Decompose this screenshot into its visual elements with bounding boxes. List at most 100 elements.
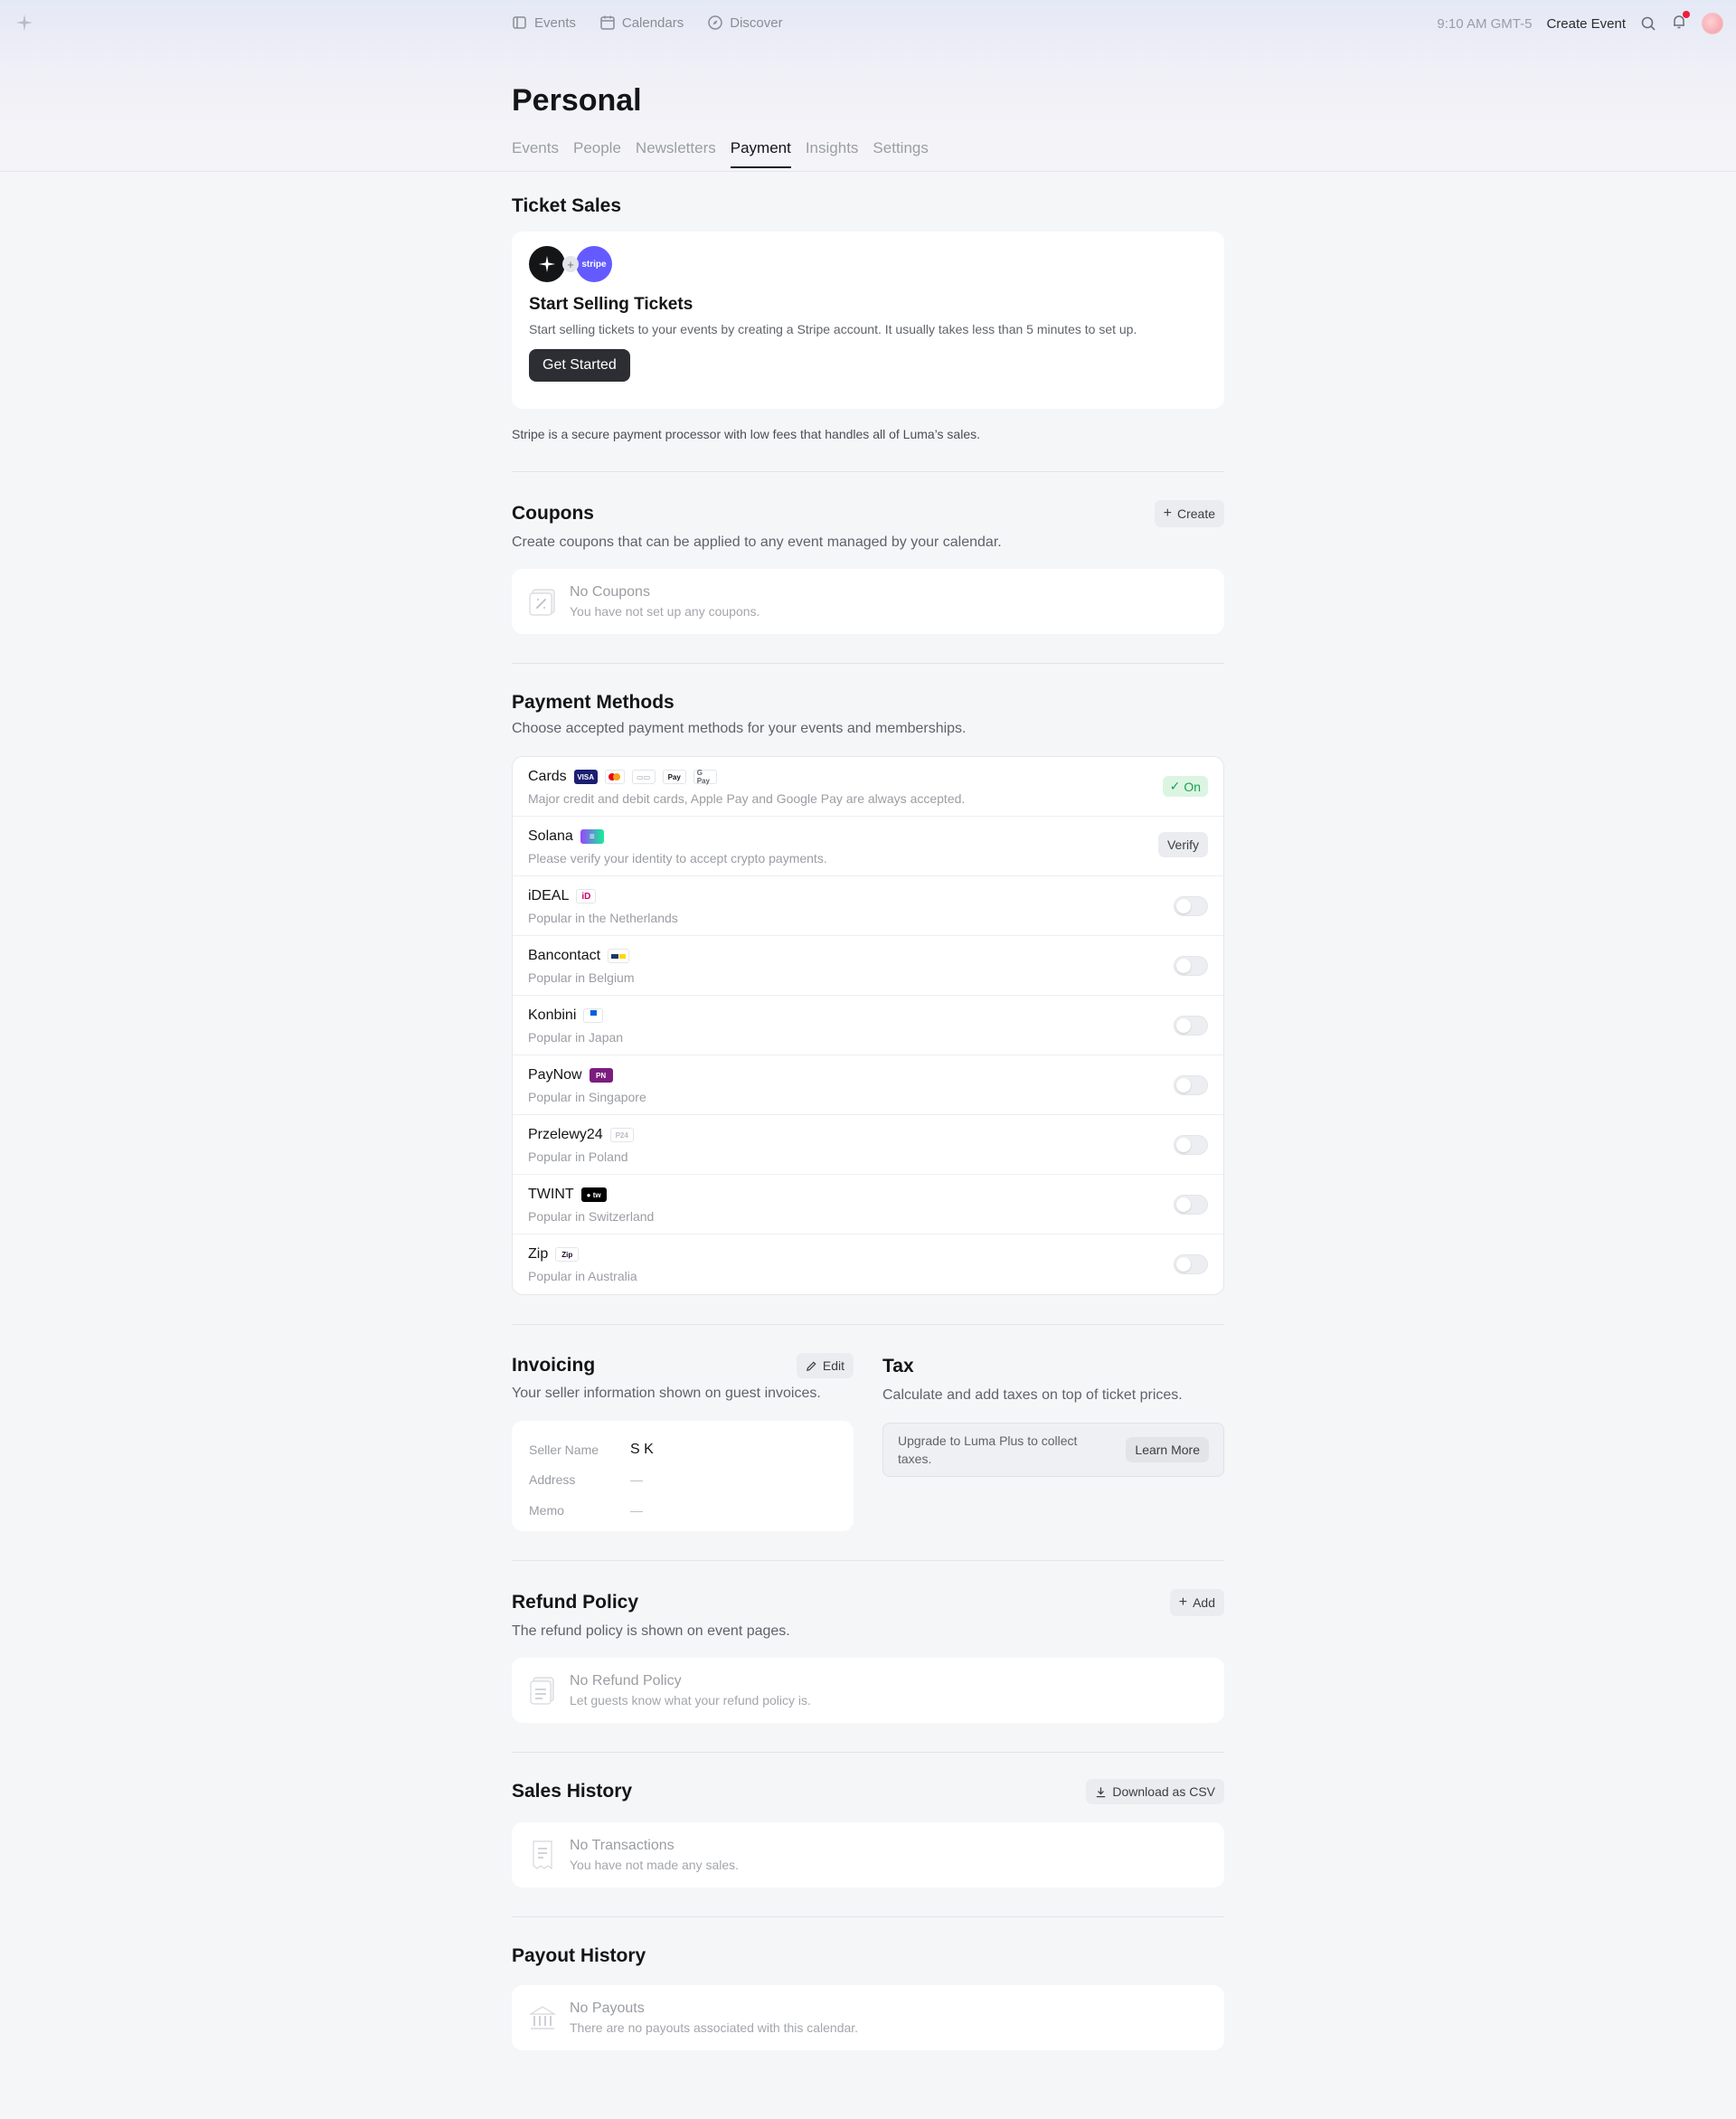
payout-history-empty-sub: There are no payouts associated with thi… xyxy=(570,2020,859,2035)
tab-payment[interactable]: Payment xyxy=(730,139,791,168)
konbini-name: Konbini xyxy=(528,1007,577,1023)
seller-name-row: Seller Name S K xyxy=(529,1435,836,1464)
twint-name: TWINT xyxy=(528,1187,574,1202)
invoicing-section: Invoicing Edit Your seller information s… xyxy=(512,1353,854,1531)
tax-upgrade-box: Upgrade to Luma Plus to collect taxes. L… xyxy=(882,1423,1224,1477)
ideal-desc: Popular in the Netherlands xyxy=(528,911,678,925)
download-csv-button[interactable]: Download as CSV xyxy=(1086,1779,1224,1804)
refund-policy-desc: The refund policy is shown on event page… xyxy=(512,1623,790,1639)
coupons-section: Coupons + Create Create coupons that can… xyxy=(512,472,1224,634)
payout-history-section: Payout History No Payouts There are no p… xyxy=(512,1917,1224,2050)
zip-name: Zip xyxy=(528,1246,549,1262)
address-value: — xyxy=(630,1472,643,1487)
search-icon[interactable] xyxy=(1640,15,1656,32)
tab-insights[interactable]: Insights xyxy=(806,139,859,168)
coupons-header: Coupons + Create xyxy=(512,500,1224,527)
invoicing-heading: Invoicing xyxy=(512,1355,596,1376)
ticket-sales-heading: Ticket Sales xyxy=(512,195,622,216)
ideal-name-row: iDEAL iD xyxy=(528,888,1208,904)
bancontact-desc: Popular in Belgium xyxy=(528,970,635,985)
seller-info-card: Seller Name S K Address — Memo — xyxy=(512,1421,854,1531)
nav-discover[interactable]: Discover xyxy=(707,14,783,31)
mastercard-icon xyxy=(604,770,625,784)
stripe-card-title: Start Selling Tickets xyxy=(529,295,693,314)
notification-dot xyxy=(1683,11,1690,18)
payment-method-cards: Cards VISA ▭▭ Pay G Pay Major credit and… xyxy=(513,757,1223,817)
payment-method-twint: TWINT ● tw Popular in Switzerland xyxy=(513,1175,1223,1235)
refund-policy-empty-sub: Let guests know what your refund policy … xyxy=(570,1693,811,1707)
plus-icon: + xyxy=(1178,1594,1188,1610)
memo-label: Memo xyxy=(529,1503,564,1518)
przelewy24-toggle[interactable] xyxy=(1174,1135,1208,1155)
bancontact-toggle[interactable] xyxy=(1174,956,1208,976)
tab-people[interactable]: People xyxy=(573,139,621,168)
nav-calendars[interactable]: Calendars xyxy=(599,14,684,31)
user-avatar[interactable] xyxy=(1702,13,1723,34)
ticket-sales-section: Ticket Sales + stripe Start Selling Tick… xyxy=(512,170,1224,441)
payment-method-konbini: Konbini ▀ Popular in Japan xyxy=(513,996,1223,1055)
tax-section: Tax Calculate and add taxes on top of ti… xyxy=(882,1353,1224,1531)
bancontact-name-row: Bancontact xyxy=(528,948,1208,964)
get-started-button[interactable]: Get Started xyxy=(529,349,630,382)
calendar-icon xyxy=(600,15,615,30)
sales-history-empty-title: No Transactions xyxy=(570,1838,675,1853)
bancontact-name: Bancontact xyxy=(528,948,601,963)
paynow-desc: Popular in Singapore xyxy=(528,1090,646,1104)
ideal-icon: iD xyxy=(576,889,597,903)
add-refund-policy-label: Add xyxy=(1193,1595,1215,1610)
paynow-name: PayNow xyxy=(528,1067,582,1083)
payment-method-zip: Zip Zip Popular in Australia xyxy=(513,1235,1223,1294)
ideal-toggle[interactable] xyxy=(1174,896,1208,916)
tab-settings[interactable]: Settings xyxy=(873,139,928,168)
payment-methods-list: Cards VISA ▭▭ Pay G Pay Major credit and… xyxy=(512,756,1224,1295)
coupons-heading: Coupons xyxy=(512,503,594,524)
current-time: 9:10 AM GMT-5 xyxy=(1437,15,1533,32)
stripe-footnote: Stripe is a secure payment processor wit… xyxy=(512,427,980,441)
refund-policy-empty-text: No Refund Policy Let guests know what yo… xyxy=(570,1673,811,1707)
learn-more-button[interactable]: Learn More xyxy=(1126,1437,1209,1462)
invoicing-desc: Your seller information shown on guest i… xyxy=(512,1386,821,1401)
luma-logo-icon[interactable] xyxy=(14,13,34,33)
tab-newsletters[interactable]: Newsletters xyxy=(636,139,716,168)
verify-button[interactable]: Verify xyxy=(1157,832,1208,857)
refund-policy-empty-title: No Refund Policy xyxy=(570,1673,682,1689)
zip-toggle[interactable] xyxy=(1174,1254,1208,1274)
payment-method-solana: Solana ≡ Please verify your identity to … xyxy=(513,817,1223,876)
cards-name-row: Cards VISA ▭▭ Pay G Pay xyxy=(528,769,1208,785)
sales-history-header: Sales History Download as CSV xyxy=(512,1779,1224,1804)
payment-content: Ticket Sales + stripe Start Selling Tick… xyxy=(512,170,1224,2050)
zip-desc: Popular in Australia xyxy=(528,1269,637,1283)
edit-invoicing-button[interactable]: Edit xyxy=(796,1353,854,1378)
seller-name-label: Seller Name xyxy=(529,1443,599,1457)
paynow-toggle[interactable] xyxy=(1174,1075,1208,1095)
payment-methods-heading: Payment Methods xyxy=(512,692,675,713)
receipt-icon xyxy=(533,1840,552,1870)
konbini-desc: Popular in Japan xyxy=(528,1030,624,1045)
stripe-card: + stripe Start Selling Tickets Start sel… xyxy=(512,232,1224,409)
tax-desc: Calculate and add taxes on top of ticket… xyxy=(882,1387,1183,1403)
create-event-link[interactable]: Create Event xyxy=(1546,16,1626,32)
payout-history-empty-text: No Payouts There are no payouts associat… xyxy=(570,2001,858,2035)
refund-policy-heading: Refund Policy xyxy=(512,1592,639,1613)
przelewy24-name-row: Przelewy24 P24 xyxy=(528,1127,1208,1143)
nav-events[interactable]: Events xyxy=(512,14,576,31)
sales-history-empty-state: No Transactions You have not made any sa… xyxy=(512,1822,1224,1887)
twint-icon: ● tw xyxy=(580,1187,607,1202)
notifications-button[interactable] xyxy=(1671,11,1690,33)
top-navigation-bar: Events Calendars Discover 9:10 AM GMT-5 … xyxy=(0,0,1736,47)
cards-status-text: On xyxy=(1184,779,1201,794)
check-icon: ✓ xyxy=(1169,779,1181,793)
add-refund-policy-button[interactable]: + Add xyxy=(1169,1589,1224,1616)
tax-heading: Tax xyxy=(882,1356,914,1376)
invoicing-header: Invoicing Edit xyxy=(512,1353,854,1378)
payout-history-empty-title: No Payouts xyxy=(570,2001,645,2016)
cards-name: Cards xyxy=(528,769,567,784)
tab-events[interactable]: Events xyxy=(512,139,559,168)
twint-toggle[interactable] xyxy=(1174,1195,1208,1215)
nav-events-label: Events xyxy=(534,14,576,31)
logo-group: + stripe xyxy=(529,246,1207,282)
konbini-toggle[interactable] xyxy=(1174,1016,1208,1036)
seller-name-value: S K xyxy=(630,1442,654,1457)
google-pay-icon: G Pay xyxy=(693,769,717,785)
create-coupon-button[interactable]: + Create xyxy=(1154,500,1224,527)
